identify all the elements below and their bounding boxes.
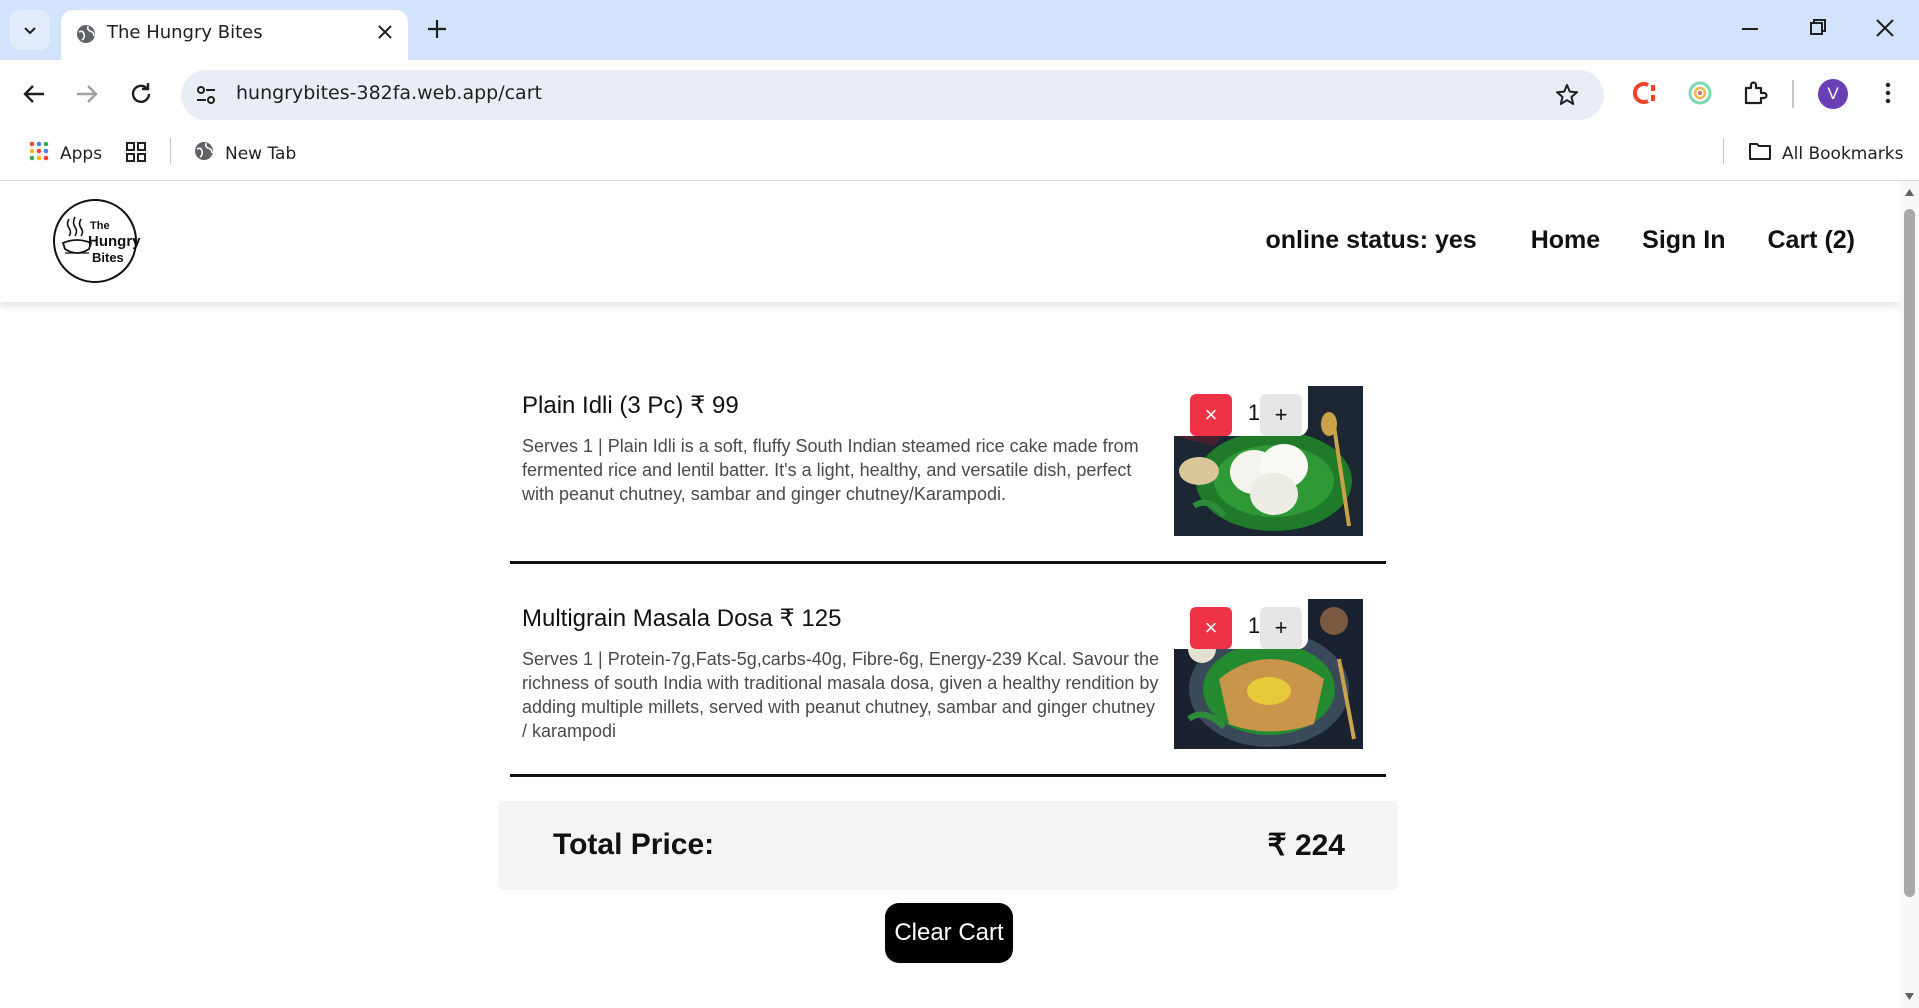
bookmark-star-icon[interactable]: [1554, 82, 1580, 113]
clear-cart-button[interactable]: Clear Cart: [885, 903, 1013, 963]
logo-text-line-1: The: [90, 220, 110, 232]
tab-title: The Hungry Bites: [107, 22, 263, 43]
remove-item-button[interactable]: ×: [1190, 607, 1232, 649]
cart-item-title: Multigrain Masala Dosa ₹ 125: [522, 604, 841, 633]
scroll-down-icon[interactable]: [1904, 992, 1915, 1002]
cart-item-title: Plain Idli (3 Pc) ₹ 99: [522, 391, 739, 420]
bookmark-apps[interactable]: Apps: [28, 140, 102, 167]
logo-text-line-3: Bites: [92, 250, 124, 265]
bookmark-new-tab-label: New Tab: [225, 143, 297, 164]
profile-avatar[interactable]: V: [1818, 79, 1848, 109]
extensions-puzzle-icon[interactable]: [1741, 79, 1769, 112]
cart-item-description: Serves 1 | Plain Idli is a soft, fluffy …: [522, 436, 1139, 504]
hungry-bites-logo[interactable]: The Hungry Bites: [53, 199, 141, 283]
all-bookmarks-button[interactable]: All Bookmarks: [1748, 140, 1903, 167]
browser-tab-strip: The Hungry Bites: [0, 0, 1919, 60]
globe-icon: [75, 23, 97, 50]
scrollbar-thumb[interactable]: [1904, 209, 1915, 897]
scroll-up-icon[interactable]: [1904, 187, 1915, 197]
nav-cart-link[interactable]: Cart (2): [1767, 226, 1855, 255]
new-tab-icon[interactable]: [424, 16, 450, 47]
quantity-control: × 1 +: [1174, 599, 1308, 649]
restore-icon[interactable]: [1806, 16, 1830, 45]
site-info-icon[interactable]: [193, 82, 219, 108]
minimize-icon[interactable]: [1738, 16, 1762, 45]
online-status: online status: yes: [1265, 226, 1477, 254]
cart-item-description: Serves 1 | Protein-7g,Fats-5g,carbs-40g,…: [522, 649, 1159, 741]
cart-item-price: ₹ 125: [779, 605, 842, 632]
site-nav: online status: yes Home Sign In Cart (2): [1266, 226, 1855, 255]
back-icon[interactable]: [20, 80, 48, 113]
folder-icon: [1748, 140, 1772, 167]
remove-item-button[interactable]: ×: [1190, 394, 1232, 436]
cart-item: Multigrain Masala Dosa ₹ 125 Serves 1 | …: [510, 594, 1386, 777]
nav-sign-in-link[interactable]: Sign In: [1642, 226, 1725, 255]
cart-item-name: Multigrain Masala Dosa: [522, 605, 773, 632]
total-price-value: ₹ 224: [1267, 829, 1345, 862]
total-price-panel: Total Price: ₹ 224: [498, 801, 1398, 890]
page-scrollbar[interactable]: [1900, 181, 1919, 1008]
globe-icon: [193, 140, 215, 167]
bookmarks-bar: Apps New Tab All Bookmarks: [0, 128, 1919, 181]
browser-tab[interactable]: The Hungry Bites: [61, 10, 408, 60]
extension-c-icon[interactable]: [1631, 79, 1659, 112]
more-menu-icon[interactable]: [1874, 79, 1902, 112]
increase-quantity-button[interactable]: +: [1260, 394, 1302, 436]
url-text: hungrybites-382fa.web.app/cart: [236, 82, 542, 104]
chevron-down-icon: [24, 27, 36, 35]
forward-icon[interactable]: [73, 80, 101, 113]
quantity-control: × 1 +: [1174, 386, 1308, 436]
extension-circle-icon[interactable]: [1686, 79, 1714, 112]
logo-text-line-2: Hungry: [88, 233, 141, 250]
total-price-label: Total Price:: [553, 828, 715, 861]
tab-groups-icon[interactable]: [124, 140, 148, 164]
web-page: The Hungry Bites online status: yes Home…: [0, 181, 1900, 1008]
bookmark-new-tab[interactable]: New Tab: [193, 140, 296, 167]
site-header: The Hungry Bites online status: yes Home…: [0, 181, 1900, 302]
bookmark-divider: [1723, 138, 1724, 164]
cart-item-name: Plain Idli (3 Pc): [522, 392, 684, 419]
tab-search-button[interactable]: [10, 10, 50, 50]
toolbar-divider: [1792, 80, 1794, 108]
apps-grid-icon: [28, 140, 50, 167]
bookmark-divider: [170, 138, 171, 164]
reload-icon[interactable]: [127, 80, 155, 113]
cart-item: Plain Idli (3 Pc) ₹ 99 Serves 1 | Plain …: [510, 381, 1386, 564]
close-window-icon[interactable]: [1873, 16, 1897, 45]
bookmark-apps-label: Apps: [60, 143, 103, 164]
close-tab-icon[interactable]: [374, 21, 396, 48]
nav-home-link[interactable]: Home: [1531, 226, 1600, 255]
browser-toolbar: hungrybites-382fa.web.app/cart V: [0, 60, 1919, 128]
cart-item-price: ₹ 99: [690, 392, 739, 419]
all-bookmarks-label: All Bookmarks: [1782, 143, 1904, 164]
increase-quantity-button[interactable]: +: [1260, 607, 1302, 649]
address-bar[interactable]: hungrybites-382fa.web.app/cart: [181, 70, 1604, 120]
